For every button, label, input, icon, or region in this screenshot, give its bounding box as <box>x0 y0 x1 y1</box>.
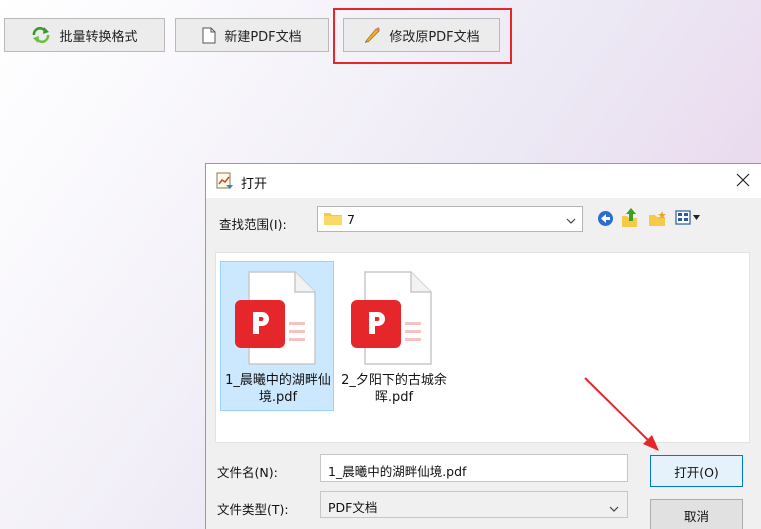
batch-convert-label: 批量转换格式 <box>59 29 138 45</box>
filetype-label: 文件类型(T): <box>217 502 289 517</box>
dialog-titlebar: 打开 <box>206 164 761 198</box>
annotation-highlight-box <box>333 8 512 64</box>
file-name-line: 晖.pdf <box>374 390 414 405</box>
filetype-value: PDF文档 <box>328 500 378 515</box>
dialog-title: 打开 <box>241 177 268 192</box>
folder-icon <box>324 211 342 228</box>
file-name: 1_晨曦中的湖畔仙 境.pdf <box>223 372 333 406</box>
chevron-down-icon <box>609 501 619 516</box>
refresh-arrows-icon <box>31 27 51 43</box>
look-in-dropdown[interactable]: 7 <box>317 206 583 232</box>
new-pdf-label: 新建PDF文档 <box>224 29 302 45</box>
file-item-2[interactable]: 2_夕阳下的古城余 晖.pdf <box>336 261 450 411</box>
open-file-dialog: 打开 查找范围(I): 7 1_晨曦中的湖畔仙 境.pdf 2_夕阳下的古城余 … <box>205 163 761 529</box>
close-icon[interactable] <box>731 168 755 192</box>
blank-document-icon <box>202 27 216 44</box>
up-folder-icon[interactable] <box>621 208 639 231</box>
toolbar: 批量转换格式 新建PDF文档 修改原PDF文档 <box>0 0 761 75</box>
file-list: 1_晨曦中的湖畔仙 境.pdf 2_夕阳下的古城余 晖.pdf <box>215 252 750 443</box>
view-menu-icon[interactable] <box>675 210 703 229</box>
look-in-label: 查找范围(I): <box>219 217 287 232</box>
chevron-down-icon <box>566 214 576 228</box>
file-name: 2_夕阳下的古城余 晖.pdf <box>339 372 449 406</box>
new-pdf-button[interactable]: 新建PDF文档 <box>175 18 329 52</box>
look-in-value: 7 <box>347 211 355 227</box>
open-button[interactable]: 打开(O) <box>650 455 743 487</box>
open-dialog-icon <box>216 172 234 193</box>
file-name-line: 境.pdf <box>258 390 298 405</box>
batch-convert-button[interactable]: 批量转换格式 <box>4 18 165 52</box>
pdf-file-icon <box>235 271 316 365</box>
filename-label: 文件名(N): <box>217 465 278 480</box>
cancel-button[interactable]: 取消 <box>650 499 743 529</box>
filetype-select[interactable]: PDF文档 <box>320 491 628 518</box>
file-name-line: 1_晨曦中的湖畔仙 <box>225 373 331 388</box>
pdf-file-icon <box>351 271 432 365</box>
back-icon[interactable] <box>597 210 614 230</box>
file-name-line: 2_夕阳下的古城余 <box>341 373 447 388</box>
new-folder-icon[interactable] <box>648 210 668 230</box>
filename-input[interactable]: 1_晨曦中的湖畔仙境.pdf <box>320 454 628 482</box>
file-item-1[interactable]: 1_晨曦中的湖畔仙 境.pdf <box>220 261 334 411</box>
